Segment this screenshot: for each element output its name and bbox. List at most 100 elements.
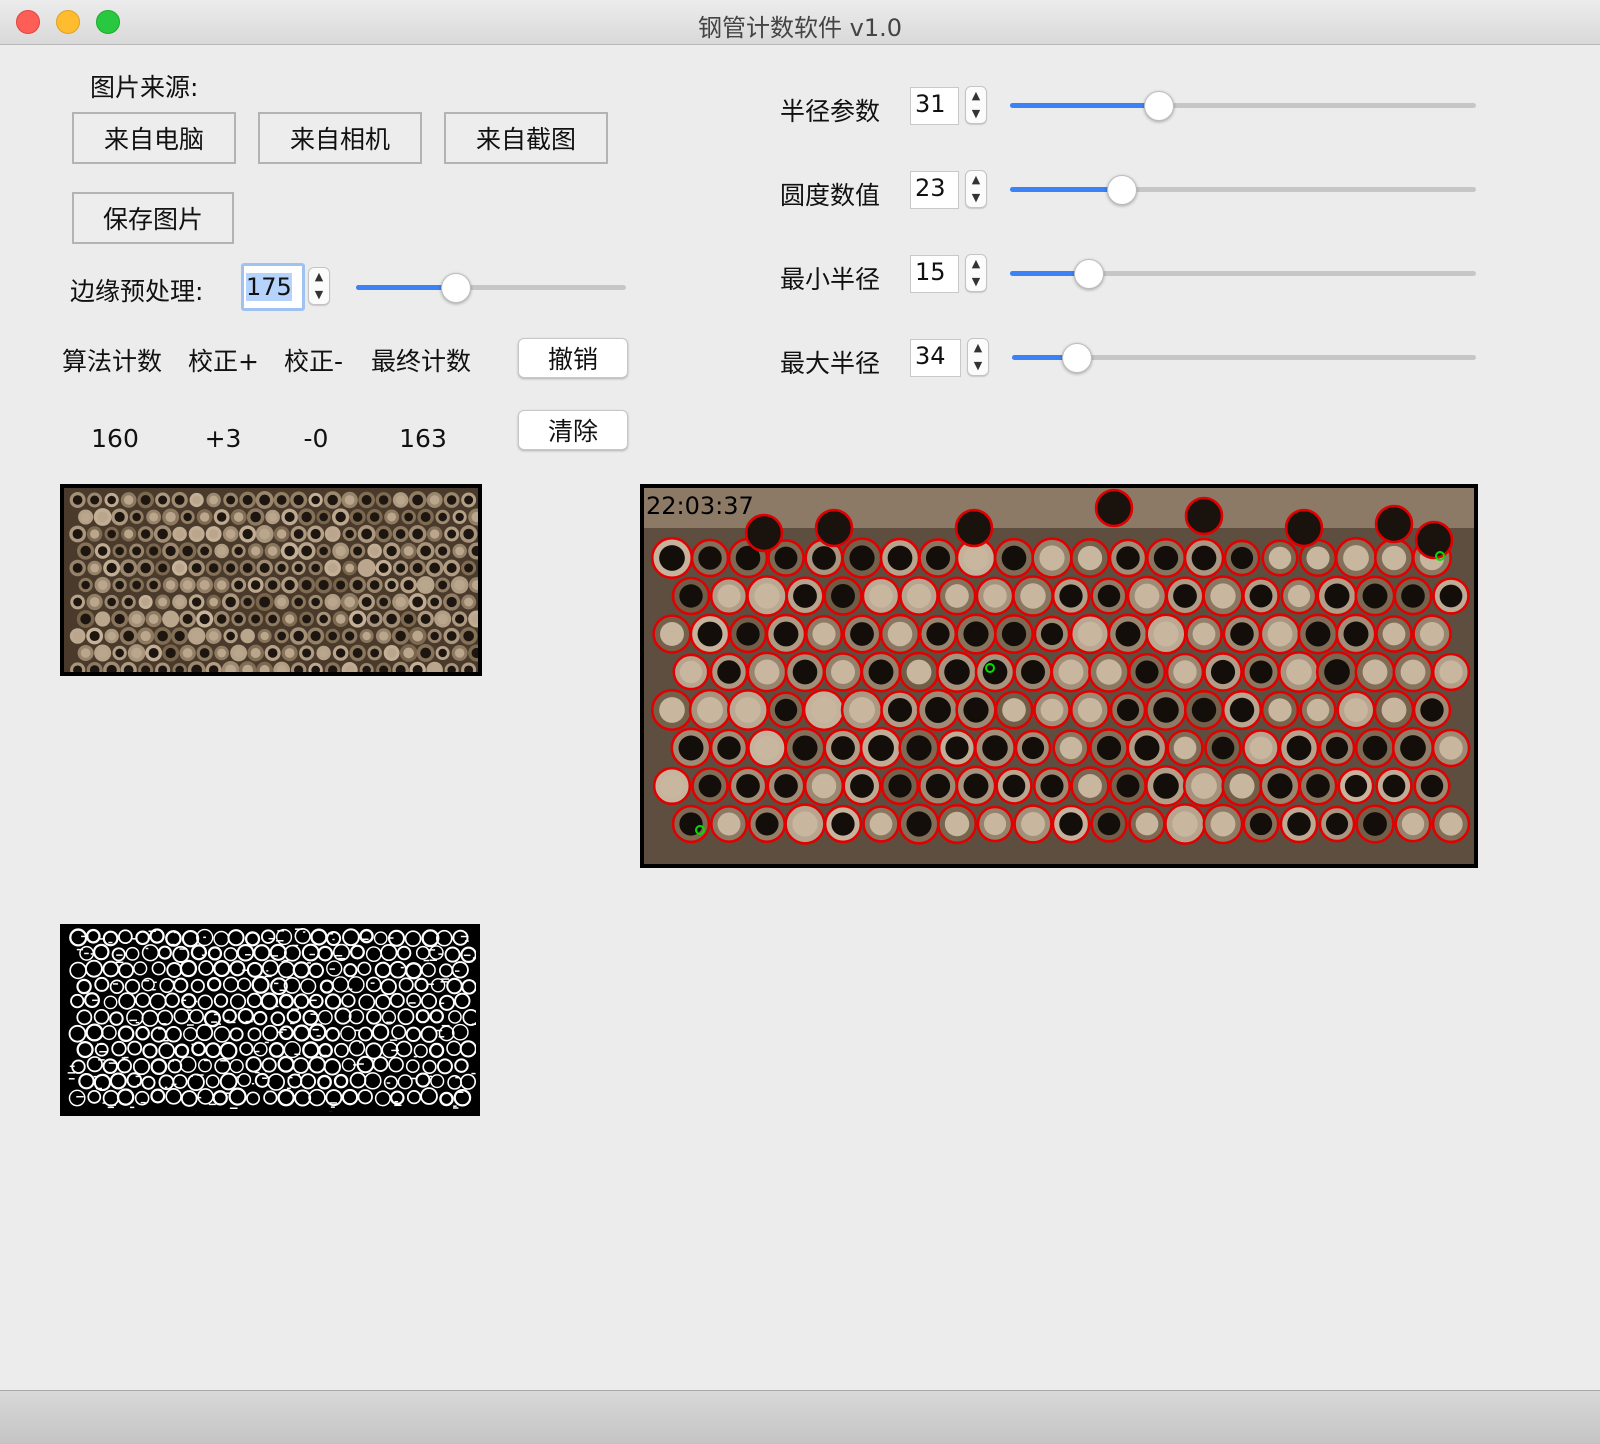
max-radius-stepper[interactable]: ▲ ▼ xyxy=(967,338,989,376)
pipe-bore xyxy=(233,512,244,522)
slider-thumb[interactable] xyxy=(1144,91,1175,121)
chevron-down-icon[interactable]: ▼ xyxy=(966,273,986,291)
from-camera-button[interactable]: 来自相机 xyxy=(258,112,422,164)
pipe-bore xyxy=(1306,546,1330,570)
algorithm-count-value: 160 xyxy=(91,424,139,453)
pipe-bore xyxy=(1135,812,1159,836)
min-radius-stepper[interactable]: ▲ ▼ xyxy=(965,254,987,292)
edge-speck xyxy=(438,1036,445,1038)
pipe-bore xyxy=(97,580,108,590)
edge-contour xyxy=(213,959,231,978)
edge-speck xyxy=(330,1106,335,1108)
pipe-bore xyxy=(107,597,116,607)
final-count-header: 最终计数 xyxy=(371,347,472,376)
pipe-bore xyxy=(1230,546,1254,570)
edge-speck xyxy=(310,1013,316,1015)
edge-preprocess-slider[interactable] xyxy=(356,273,626,303)
edge-speck xyxy=(348,988,353,990)
pipe-bore xyxy=(301,579,312,591)
pipe-bore xyxy=(191,563,202,573)
pipe-bore xyxy=(353,546,363,556)
chevron-up-icon[interactable]: ▲ xyxy=(968,339,988,357)
chevron-up-icon[interactable]: ▲ xyxy=(966,171,986,189)
edge-contour xyxy=(359,928,374,944)
roundness-input[interactable]: 23 xyxy=(910,171,959,209)
undo-button[interactable]: 撤销 xyxy=(518,338,628,378)
pipe-bore xyxy=(1040,698,1064,722)
edge-contour xyxy=(158,1042,175,1060)
edge-contour xyxy=(261,959,279,977)
radius-param-stepper[interactable]: ▲ ▼ xyxy=(965,86,987,124)
edge-contour xyxy=(111,1040,127,1057)
pipe-bore xyxy=(454,648,465,658)
edge-contour xyxy=(203,1010,221,1028)
pipe-bore xyxy=(361,528,373,540)
pipe-bore xyxy=(90,529,100,539)
pipe-bore xyxy=(90,495,100,505)
pipe-bore xyxy=(149,512,159,522)
edge-speck xyxy=(309,953,315,956)
edge-speck xyxy=(274,982,279,985)
edge-speck xyxy=(191,1043,197,1046)
edge-speck xyxy=(423,959,430,962)
slider-thumb[interactable] xyxy=(1061,343,1092,373)
chevron-up-icon[interactable]: ▲ xyxy=(309,268,329,286)
edge-contour xyxy=(180,1090,198,1107)
save-image-button[interactable]: 保存图片 xyxy=(72,192,234,244)
chevron-down-icon[interactable]: ▼ xyxy=(966,105,986,123)
from-screenshot-button[interactable]: 来自截图 xyxy=(444,112,608,164)
pipe-bore xyxy=(1134,583,1160,609)
edge-contour xyxy=(102,1058,119,1074)
edge-speck xyxy=(92,999,98,1002)
slider-fill xyxy=(1010,187,1122,192)
edge-contour xyxy=(165,930,182,947)
edge-speck xyxy=(164,1086,168,1089)
chevron-down-icon[interactable]: ▼ xyxy=(309,286,329,304)
pipe-bore xyxy=(1192,622,1216,646)
edge-preprocess-stepper[interactable]: ▲ ▼ xyxy=(308,267,330,305)
radius-param-input[interactable]: 31 xyxy=(910,87,959,125)
chevron-up-icon[interactable]: ▲ xyxy=(966,255,986,273)
pipe-bore xyxy=(268,512,278,522)
slider-thumb[interactable] xyxy=(440,273,471,303)
max-radius-input[interactable]: 34 xyxy=(910,339,961,377)
pipe-bore xyxy=(216,580,227,590)
from-computer-button[interactable]: 来自电脑 xyxy=(72,112,236,164)
pipe-bore xyxy=(293,529,304,539)
chevron-down-icon[interactable]: ▼ xyxy=(968,357,988,375)
edge-speck xyxy=(203,1059,210,1062)
edge-speck xyxy=(292,944,299,947)
roundness-slider[interactable] xyxy=(1010,175,1476,205)
pipe-bore xyxy=(395,630,406,642)
radius-param-slider[interactable] xyxy=(1010,91,1476,121)
edge-speck xyxy=(409,1077,416,1080)
pipe-bore xyxy=(293,494,304,506)
min-radius-slider[interactable] xyxy=(1010,259,1476,289)
edge-contour xyxy=(302,1041,320,1059)
roundness-stepper[interactable]: ▲ ▼ xyxy=(965,170,987,208)
edge-speck xyxy=(456,1091,464,1093)
correction-plus-header: 校正+ xyxy=(188,347,259,376)
chevron-up-icon[interactable]: ▲ xyxy=(966,87,986,105)
pipe-bore xyxy=(1286,659,1312,685)
pipe-bore xyxy=(1059,812,1083,836)
pipe-bore xyxy=(293,630,304,642)
max-radius-slider[interactable] xyxy=(1012,343,1476,373)
pipe-bore xyxy=(1286,735,1312,761)
slider-thumb[interactable] xyxy=(1106,175,1137,205)
clear-button[interactable]: 清除 xyxy=(518,410,628,450)
chevron-down-icon[interactable]: ▼ xyxy=(966,189,986,207)
edge-contour xyxy=(415,945,430,960)
pipe-bore xyxy=(250,580,261,590)
min-radius-input[interactable]: 15 xyxy=(910,255,959,293)
pipe-bore xyxy=(1267,621,1293,647)
pipe-bore xyxy=(369,512,380,522)
edge-speck xyxy=(329,968,335,970)
pipe-bore xyxy=(429,529,440,539)
pipe-bore xyxy=(182,613,193,625)
slider-thumb[interactable] xyxy=(1074,259,1105,289)
edge-preprocess-input[interactable]: 175 xyxy=(241,263,305,311)
pipe-bore xyxy=(1173,584,1197,608)
pipe-bore xyxy=(1115,621,1141,647)
pipe-bore xyxy=(251,614,261,624)
